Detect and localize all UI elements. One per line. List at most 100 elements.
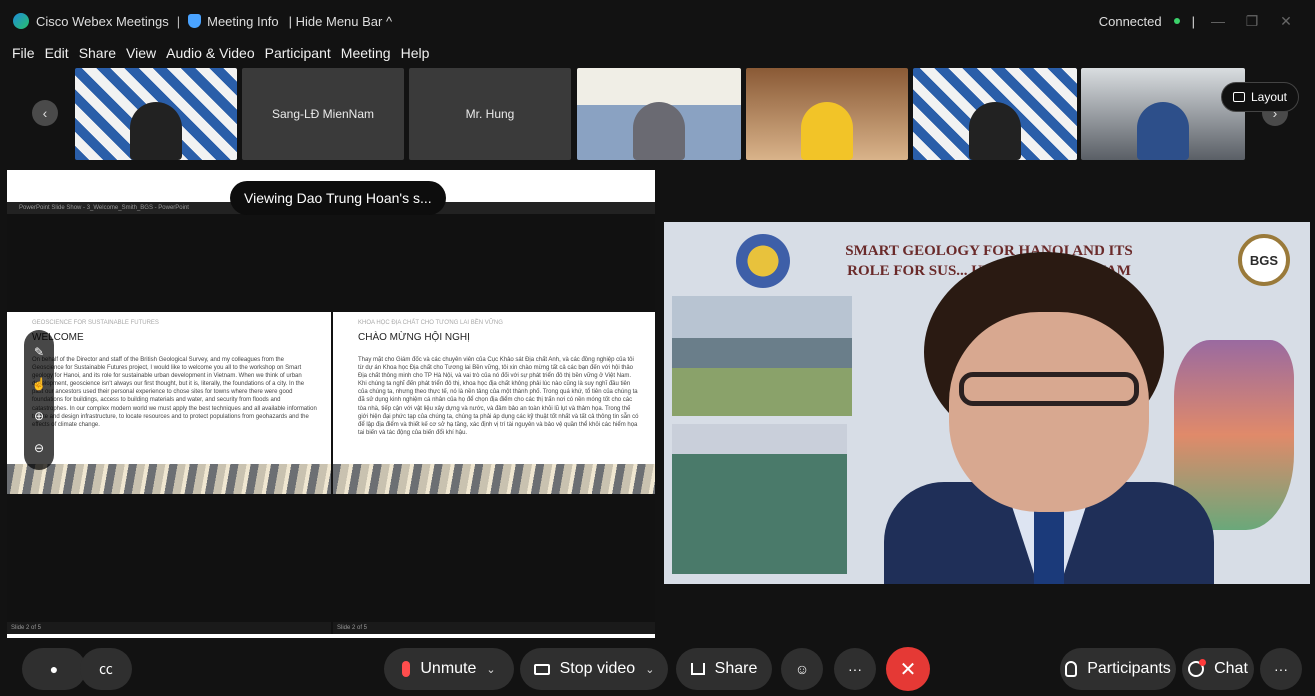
speaker-glasses — [959, 372, 1139, 406]
hide-menu-bar-button[interactable]: | Hide Menu Bar ^ — [289, 14, 392, 29]
shared-content-panel: PowerPoint Slide Show - 3_Welcome_Smith_… — [7, 170, 655, 638]
pointer-icon[interactable]: ☝ — [32, 377, 47, 391]
chevron-left-icon: ‹ — [42, 105, 48, 121]
slide-kicker: GEOSCIENCE FOR SUSTAINABLE FUTURES — [32, 320, 159, 326]
camera-icon — [533, 663, 550, 675]
shared-screen: PowerPoint Slide Show - 3_Welcome_Smith_… — [7, 202, 655, 634]
participant-avatar — [969, 102, 1021, 160]
menu-edit[interactable]: Edit — [45, 45, 69, 61]
close-icon[interactable]: ✕ — [1275, 13, 1297, 30]
survey-logo-icon — [736, 234, 790, 288]
panel-more-button[interactable]: ··· — [1260, 648, 1302, 690]
chat-icon — [1188, 659, 1207, 677]
slide-rock-banner — [7, 464, 331, 494]
slide-right: KHOA HỌC ĐỊA CHẤT CHO TƯƠNG LAI BỀN VỮNG… — [333, 312, 655, 494]
hanoi-photo-2 — [672, 424, 847, 574]
title-right-area: Connected | — ❐ ✕ — [1099, 0, 1315, 42]
unmute-label: Unmute — [420, 660, 477, 677]
participant-avatar — [801, 102, 853, 160]
participants-label: Participants — [1087, 660, 1171, 677]
layout-label: Layout — [1250, 90, 1288, 104]
active-speaker-video[interactable]: SMART GEOLOGY FOR HANOI AND ITS ROLE FOR… — [664, 222, 1310, 584]
slide-counter: Slide 2 of 5 — [337, 625, 368, 631]
participant-tile-4[interactable] — [577, 68, 741, 160]
layout-button[interactable]: Layout — [1221, 82, 1299, 112]
more-options-button[interactable]: ··· — [834, 648, 876, 690]
menu-file[interactable]: File — [12, 45, 35, 61]
pen-icon[interactable]: ✎ — [34, 345, 44, 359]
chevron-down-icon[interactable]: ⌄ — [486, 663, 495, 676]
webex-assistant-button[interactable]: ● — [22, 648, 86, 690]
participant-tile-2[interactable]: Sang-LĐ MienNam — [242, 68, 404, 160]
menu-audio-video[interactable]: Audio & Video — [166, 45, 254, 61]
menu-share[interactable]: Share — [79, 45, 116, 61]
more-icon: ··· — [1274, 661, 1288, 677]
menu-meeting[interactable]: Meeting — [341, 45, 391, 61]
title-separator: | — [176, 13, 181, 29]
meeting-info-button[interactable]: Meeting Info — [188, 14, 279, 29]
filmstrip-prev-button[interactable]: ‹ — [32, 100, 58, 126]
participant-name: Sang-LĐ MienNam — [271, 107, 375, 121]
captions-button[interactable]: ㏄ — [80, 648, 132, 690]
chat-notification-dot — [1199, 659, 1207, 666]
stop-video-label: Stop video — [559, 660, 636, 677]
chat-label: Chat — [1214, 660, 1248, 677]
participant-tile-5[interactable] — [746, 68, 908, 160]
app-title: Cisco Webex Meetings — [36, 13, 169, 29]
annotation-toolbar: ✎ ☝ ⊕ ⊖ — [24, 330, 54, 470]
menu-participant[interactable]: Participant — [265, 45, 331, 61]
captions-icon: ㏄ — [99, 661, 113, 677]
layout-icon — [1232, 92, 1245, 102]
participants-button[interactable]: Participants — [1060, 648, 1176, 690]
slide-body: On behalf of the Director and staff of t… — [32, 357, 317, 428]
share-button[interactable]: Share — [676, 648, 772, 690]
slide-status-left: Slide 2 of 5 — [7, 622, 331, 634]
hanoi-photo-1 — [672, 296, 852, 416]
shield-icon — [188, 14, 202, 28]
minimize-icon[interactable]: — — [1207, 13, 1229, 29]
more-icon: ··· — [848, 661, 862, 677]
speaker-figure — [884, 252, 1214, 584]
connected-dot-icon — [1173, 18, 1180, 24]
slide-title: CHÀO MỪNG HỘI NGHỊ — [358, 332, 470, 343]
participant-tile-1[interactable] — [75, 68, 237, 160]
zoom-out-icon[interactable]: ⊖ — [34, 441, 44, 455]
participant-tile-7[interactable] — [1081, 68, 1245, 160]
chevron-down-icon[interactable]: ⌄ — [645, 663, 654, 676]
restore-icon[interactable]: ❐ — [1241, 13, 1263, 30]
assistant-icon: ● — [49, 661, 59, 677]
stop-video-button[interactable]: Stop video ⌄ — [520, 648, 668, 690]
slide-rock-banner — [333, 464, 655, 494]
unmute-button[interactable]: Unmute ⌄ — [384, 648, 514, 690]
filmstrip: ‹ Sang-LĐ MienNam Mr. Hung › Layout — [0, 66, 1315, 162]
participant-tile-3[interactable]: Mr. Hung — [409, 68, 571, 160]
bgs-logo-icon: BGS — [1238, 234, 1290, 286]
reactions-button[interactable]: ☺ — [781, 648, 823, 690]
webex-logo-icon — [13, 13, 29, 29]
share-icon — [690, 663, 705, 675]
slide-body: Thay mặt cho Giám đốc và các chuyên viên… — [358, 357, 639, 436]
participant-avatar — [1137, 102, 1189, 160]
participant-tile-6[interactable] — [913, 68, 1077, 160]
close-icon: ✕ — [899, 658, 917, 681]
microphone-muted-icon — [402, 661, 411, 677]
participant-avatar — [130, 102, 182, 160]
viewing-indicator: Viewing Dao Trung Hoan's s... — [230, 181, 446, 215]
viewing-label: Viewing Dao Trung Hoan's s... — [244, 190, 432, 206]
zoom-in-icon[interactable]: ⊕ — [34, 409, 44, 423]
title-bar: Cisco Webex Meetings | Meeting Info | Hi… — [0, 0, 1315, 42]
leave-meeting-button[interactable]: ✕ — [886, 647, 930, 691]
share-label: Share — [714, 660, 758, 677]
slide-left: GEOSCIENCE FOR SUSTAINABLE FUTURES WELCO… — [7, 312, 331, 494]
meeting-info-label: Meeting Info — [207, 13, 279, 29]
bgs-logo-text: BGS — [1249, 252, 1279, 268]
slide-status-right: Slide 2 of 5 — [333, 622, 655, 634]
chat-button[interactable]: Chat — [1182, 648, 1254, 690]
slide-kicker: KHOA HỌC ĐỊA CHẤT CHO TƯƠNG LAI BỀN VỮNG — [358, 320, 503, 326]
meeting-controls-bar: ● ㏄ Unmute ⌄ Stop video ⌄ Share ☺ ··· ✕ … — [0, 640, 1315, 696]
menu-help[interactable]: Help — [401, 45, 430, 61]
ppt-window-title: PowerPoint Slide Show - 3_Welcome_Smith_… — [19, 205, 189, 211]
menu-view[interactable]: View — [126, 45, 156, 61]
speaker-face — [949, 312, 1149, 512]
menu-bar: File Edit Share View Audio & Video Parti… — [0, 42, 429, 64]
